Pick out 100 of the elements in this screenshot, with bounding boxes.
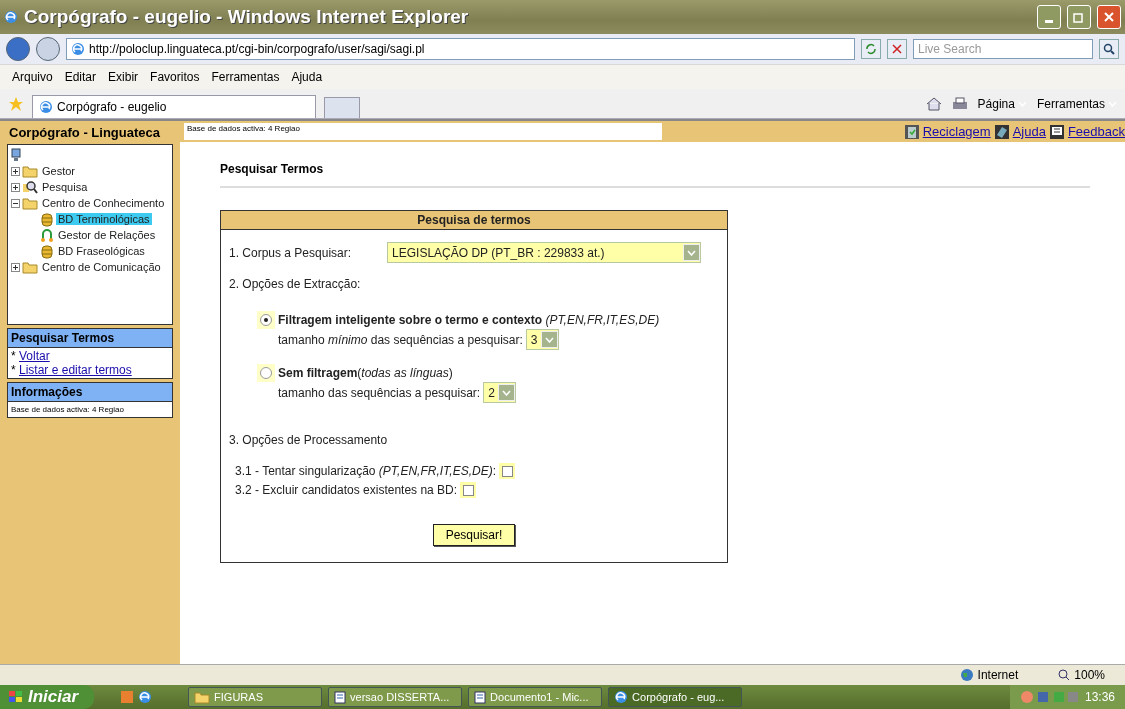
- folder-icon: [194, 690, 211, 704]
- back-button[interactable]: [6, 37, 30, 61]
- arc-arrows-icon: [40, 228, 54, 242]
- stop-button[interactable]: [887, 39, 907, 59]
- minimize-icon: [1045, 19, 1053, 23]
- zoom-control[interactable]: 100%: [1058, 668, 1105, 682]
- expand-icon[interactable]: [11, 166, 20, 176]
- database-icon: [40, 211, 54, 227]
- header-link[interactable]: Feedback: [1067, 124, 1125, 139]
- menu-item[interactable]: Editar: [64, 70, 97, 84]
- folder-icon: [22, 260, 38, 274]
- search-field[interactable]: Live Search: [913, 39, 1093, 59]
- windows-logo-icon: [8, 690, 24, 704]
- header-link[interactable]: Reciclagem: [922, 124, 991, 139]
- browser-icon: [71, 42, 85, 56]
- checkbox[interactable]: [501, 465, 513, 477]
- panel-link[interactable]: Listar e editar termos: [19, 363, 132, 377]
- option-label: Sem filtragem(todas as línguas): [278, 366, 453, 380]
- tree-item[interactable]: Pesquisa: [40, 181, 90, 193]
- bullet: *: [11, 349, 16, 363]
- close-button[interactable]: [1097, 5, 1121, 29]
- browser-icon: [39, 100, 53, 114]
- book-icon: [993, 123, 1010, 140]
- address-field[interactable]: http://poloclup.linguateca.pt/cgi-bin/corpografo/user/sagi/sagi.pl: [66, 38, 855, 60]
- start-button[interactable]: Iniciar: [0, 685, 95, 709]
- maximize-button[interactable]: [1067, 5, 1091, 29]
- folder-icon: [22, 164, 38, 178]
- taskbar-item[interactable]: Corpógrafo - eug...: [608, 687, 743, 707]
- option-label: Filtragem inteligente sobre o termo e contexto (PT,EN,FR,IT,ES,DE): [278, 313, 660, 327]
- document-icon: [474, 690, 487, 704]
- tree-item[interactable]: Gestor de Relações: [56, 229, 158, 241]
- bullet: *: [11, 363, 16, 377]
- close-icon: [1103, 11, 1115, 23]
- browser-icon[interactable]: [138, 690, 153, 704]
- panel-link[interactable]: Voltar: [19, 349, 50, 363]
- radio-button[interactable]: [260, 367, 272, 379]
- radio-button[interactable]: [260, 314, 272, 326]
- size-select[interactable]: 2: [483, 382, 516, 403]
- expand-icon[interactable]: [11, 262, 20, 272]
- toolbar-menu[interactable]: Página: [977, 96, 1027, 111]
- document-icon: [334, 690, 347, 704]
- window-title: Corpógrafo - eugelio - Windows Internet Explorer: [24, 6, 470, 28]
- search-button[interactable]: Pesquisar!: [432, 524, 516, 546]
- checkbox-label: 3.1 - Tentar singularização (PT,EN,FR,IT,ES,DE):: [235, 464, 496, 478]
- field-label: 1. Corpus a Pesquisar:: [229, 245, 352, 260]
- maximize-icon: [1073, 11, 1085, 23]
- corpus-select[interactable]: LEGISLAÇÃO DP (PT_BR : 229833 at.): [387, 242, 702, 263]
- info-text: Base de dados activa: 4 Regiao: [11, 404, 125, 416]
- caret-icon: [501, 389, 511, 396]
- menu-item[interactable]: Favoritos: [150, 70, 200, 84]
- refresh-icon: [865, 43, 877, 55]
- refresh-button[interactable]: [861, 39, 881, 59]
- browser-tab[interactable]: Corpógrafo - eugelio: [32, 95, 316, 118]
- caret-icon: [544, 336, 554, 343]
- collapse-icon[interactable]: [11, 198, 20, 208]
- zone-status: Internet: [959, 668, 1019, 682]
- menu-item[interactable]: Exibir: [108, 70, 139, 84]
- magnifier-icon: [1058, 669, 1071, 681]
- new-tab-button[interactable]: [324, 97, 360, 118]
- computer-icon: [11, 148, 21, 162]
- panel-title: Pesquisar Termos: [8, 329, 172, 348]
- globe-icon: [959, 668, 974, 682]
- printer-icon[interactable]: [951, 96, 968, 111]
- tree-item[interactable]: Centro de Comunicação: [40, 261, 163, 273]
- folder-icon: [22, 196, 38, 210]
- menu-item[interactable]: Ferramentas: [211, 70, 280, 84]
- bin-icon: [903, 123, 920, 140]
- close-icon: [892, 44, 902, 54]
- header-link[interactable]: Ajuda: [1012, 124, 1046, 139]
- panel-title: Informações: [8, 383, 172, 402]
- toolbar-menu[interactable]: Ferramentas: [1036, 96, 1117, 111]
- database-icon: [40, 243, 54, 259]
- form-title: Pesquisa de termos: [221, 211, 727, 230]
- section-label: 3. Opções de Processamento: [229, 433, 389, 447]
- tree-item[interactable]: Centro de Conhecimento: [40, 197, 167, 209]
- browser-icon: [614, 690, 629, 704]
- minimize-button[interactable]: [1037, 5, 1061, 29]
- size-label: tamanho das sequências a pesquisar:: [278, 385, 481, 400]
- menu-item[interactable]: Arquivo: [12, 70, 53, 84]
- section-label: 2. Opções de Extracção:: [229, 277, 362, 291]
- size-select[interactable]: 3: [525, 329, 559, 350]
- forward-button[interactable]: [36, 37, 60, 61]
- caret-icon: [687, 249, 697, 256]
- tray-icons-drawing: [1019, 690, 1080, 704]
- page-heading: Pesquisar Termos: [220, 162, 1090, 188]
- magnifier-icon: [22, 180, 38, 194]
- home-icon[interactable]: [925, 96, 942, 111]
- tree-item[interactable]: Gestor: [40, 165, 77, 177]
- menu-item[interactable]: Ajuda: [291, 70, 323, 84]
- speech-bubble-icon: [1048, 123, 1065, 140]
- tree-item[interactable]: BD Fraseológicas: [56, 245, 147, 257]
- tree-item[interactable]: BD Terminológicas: [56, 213, 152, 225]
- size-label: tamanho mínimo das sequências a pesquisar:: [278, 332, 523, 347]
- search-icon: [1103, 43, 1115, 55]
- star-icon[interactable]: [8, 95, 24, 112]
- search-button[interactable]: [1099, 39, 1119, 59]
- expand-icon[interactable]: [11, 182, 20, 192]
- active-database: Base de dados activa: 4 Regiao: [184, 123, 662, 140]
- checkbox[interactable]: [462, 484, 474, 496]
- clock: 13:36: [1084, 690, 1115, 704]
